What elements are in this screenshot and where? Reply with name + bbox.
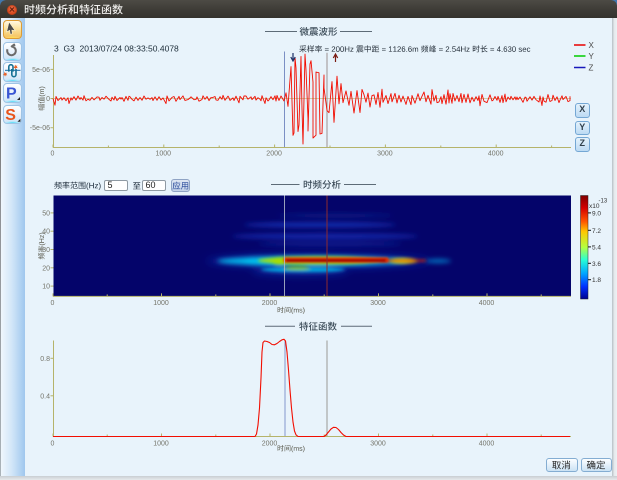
svg-text:2000: 2000 — [262, 300, 278, 307]
svg-text:X: X — [589, 41, 595, 50]
svg-text:0.4: 0.4 — [40, 393, 50, 400]
svg-text:50: 50 — [42, 210, 50, 217]
svg-text:S: S — [5, 107, 16, 124]
svg-text:Z: Z — [589, 64, 594, 73]
svg-text:0: 0 — [46, 96, 50, 103]
svg-text:1000: 1000 — [156, 151, 172, 158]
svg-text:2000: 2000 — [266, 151, 282, 158]
svg-text:0: 0 — [51, 151, 55, 158]
svg-text:7.2: 7.2 — [592, 228, 601, 235]
svg-text:Y: Y — [589, 52, 595, 61]
svg-text:10: 10 — [42, 284, 50, 291]
svg-text:P: P — [6, 85, 17, 102]
svg-text:20: 20 — [42, 265, 50, 272]
svg-text:3000: 3000 — [377, 151, 393, 158]
svg-text:2000: 2000 — [262, 440, 278, 447]
svg-text:3 G3 2013/07/24 08:33:50.407: 3 G3 2013/07/24 08:33:50.4078 — [54, 44, 179, 54]
svg-text:-5e-06: -5e-06 — [30, 125, 50, 132]
svg-text:3000: 3000 — [370, 440, 386, 447]
svg-text:4000: 4000 — [479, 300, 495, 307]
svg-text:3.6: 3.6 — [592, 261, 601, 268]
svg-text:4000: 4000 — [479, 440, 495, 447]
svg-text:30: 30 — [42, 247, 50, 254]
svg-text:1000: 1000 — [153, 440, 169, 447]
svg-text:1.8: 1.8 — [592, 277, 601, 284]
svg-text:1000: 1000 — [153, 300, 169, 307]
svg-text:5e-06: 5e-06 — [32, 67, 50, 74]
svg-text:9.0: 9.0 — [592, 210, 601, 217]
svg-text:3000: 3000 — [370, 300, 386, 307]
svg-text:5.4: 5.4 — [592, 244, 601, 251]
svg-text:40: 40 — [42, 229, 50, 236]
svg-text:0: 0 — [51, 440, 55, 447]
svg-text:0.8: 0.8 — [40, 356, 50, 363]
svg-text:0: 0 — [51, 300, 55, 307]
svg-text:-13: -13 — [599, 199, 608, 205]
svg-text:4000: 4000 — [488, 151, 504, 158]
